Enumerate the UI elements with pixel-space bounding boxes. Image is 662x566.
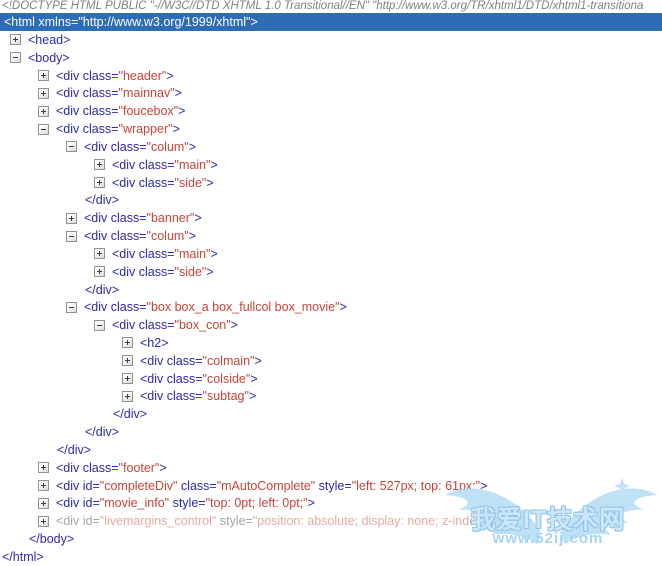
tree-row-node-div-livemargins-control[interactable]: <div id="livemargins_control" style="pos… bbox=[0, 512, 662, 530]
node-markup: </html> bbox=[2, 549, 44, 564]
node-markup: <div class="header"> bbox=[56, 68, 174, 83]
tree-row-node-div-colum[interactable]: <div class="colum"> bbox=[0, 138, 662, 156]
expand-toggle-icon[interactable] bbox=[122, 390, 133, 402]
expand-toggle-icon[interactable] bbox=[38, 105, 49, 117]
node-markup: <div class="subtag"> bbox=[140, 389, 257, 404]
expand-toggle-icon[interactable] bbox=[66, 212, 77, 224]
selected-node-html[interactable]: <html xmlns="http://www.w3.org/1999/xhtm… bbox=[0, 13, 662, 31]
collapse-toggle-icon[interactable] bbox=[10, 52, 21, 64]
node-markup: <div class="footer"> bbox=[56, 460, 167, 475]
tree-row-node-body[interactable]: <body> bbox=[0, 49, 662, 67]
node-markup: <body> bbox=[28, 50, 70, 65]
tree-row-node-div-side[interactable]: <div class="side"> bbox=[0, 174, 662, 192]
node-markup: <div id="completeDiv" class="mAutoComple… bbox=[56, 478, 488, 493]
tree-row-node-div-completediv[interactable]: <div id="completeDiv" class="mAutoComple… bbox=[0, 477, 662, 495]
tree-row-node-div-box-con[interactable]: <div class="box_con"> bbox=[0, 316, 662, 334]
node-markup: </div> bbox=[57, 442, 92, 457]
node-markup: <div class="box_con"> bbox=[112, 318, 238, 333]
node-markup: <div class="colmain"> bbox=[140, 353, 262, 368]
node-markup: <div class="foucebox"> bbox=[56, 104, 186, 119]
expand-toggle-icon[interactable] bbox=[94, 159, 105, 171]
tree-row-node-div-main[interactable]: <div class="main"> bbox=[0, 156, 662, 174]
tree-row-closing-div-colum-2[interactable]: </div> bbox=[0, 281, 662, 299]
tree-row-node-div-header[interactable]: <div class="header"> bbox=[0, 67, 662, 85]
tree-row-node-div-wrapper[interactable]: <div class="wrapper"> bbox=[0, 120, 662, 138]
tree-row-node-div-main-2[interactable]: <div class="main"> bbox=[0, 245, 662, 263]
node-markup: <div class="colside"> bbox=[140, 371, 258, 386]
node-markup: <div id="livemargins_control" style="pos… bbox=[56, 514, 533, 529]
node-markup: </div> bbox=[85, 425, 120, 440]
tree-row-node-head[interactable]: <head> bbox=[0, 31, 662, 49]
node-markup: <div class="colum"> bbox=[84, 229, 197, 244]
node-markup: <div class="main"> bbox=[112, 157, 218, 172]
expand-toggle-icon[interactable] bbox=[94, 266, 105, 278]
tree-row-node-div-subtag[interactable]: <div class="subtag"> bbox=[0, 388, 662, 406]
expand-toggle-icon[interactable] bbox=[122, 337, 133, 349]
tree-row-closing-div-wrapper[interactable]: </div> bbox=[0, 441, 662, 459]
tree-row-closing-div-colum[interactable]: </div> bbox=[0, 191, 662, 209]
expand-toggle-icon[interactable] bbox=[38, 70, 49, 82]
node-markup: </div> bbox=[85, 282, 120, 297]
node-markup: <h2> bbox=[140, 335, 169, 350]
collapse-toggle-icon[interactable] bbox=[94, 319, 105, 331]
tree-row-node-div-mainnav[interactable]: <div class="mainnav"> bbox=[0, 84, 662, 102]
tree-row-node-div-side-2[interactable]: <div class="side"> bbox=[0, 263, 662, 281]
expand-toggle-icon[interactable] bbox=[38, 87, 49, 99]
expand-toggle-icon[interactable] bbox=[38, 480, 49, 492]
tree-row-node-div-box-movie[interactable]: <div class="box box_a box_fullcol box_mo… bbox=[0, 298, 662, 316]
tree-row-node-div-colside[interactable]: <div class="colside"> bbox=[0, 370, 662, 388]
tree-row-closing-div-box[interactable]: </div> bbox=[0, 423, 662, 441]
tree-row-node-div-banner[interactable]: <div class="banner"> bbox=[0, 209, 662, 227]
node-markup: </body> bbox=[29, 532, 75, 547]
tree-row-node-div-movie-info[interactable]: <div id="movie_info" style="top: 0pt; le… bbox=[0, 495, 662, 513]
node-markup: <div class="mainnav"> bbox=[56, 86, 182, 101]
tree-row-closing-body[interactable]: </body> bbox=[0, 530, 662, 548]
collapse-toggle-icon[interactable] bbox=[66, 141, 77, 153]
tree-row-node-div-foucebox[interactable]: <div class="foucebox"> bbox=[0, 102, 662, 120]
node-markup: <div class="side"> bbox=[112, 175, 214, 190]
expand-toggle-icon[interactable] bbox=[94, 177, 105, 189]
node-markup: <div class="colum"> bbox=[84, 139, 197, 154]
node-markup: </div> bbox=[113, 407, 148, 422]
expand-toggle-icon[interactable] bbox=[38, 497, 49, 509]
collapse-toggle-icon[interactable] bbox=[38, 123, 49, 135]
tree-row-node-div-colmain[interactable]: <div class="colmain"> bbox=[0, 352, 662, 370]
tree-row-node-div-colum-2[interactable]: <div class="colum"> bbox=[0, 227, 662, 245]
node-markup: <div class="box box_a box_fullcol box_mo… bbox=[84, 300, 347, 315]
expand-toggle-icon[interactable] bbox=[94, 248, 105, 260]
node-markup: <head> bbox=[28, 32, 71, 47]
tree-row-node-h2[interactable]: <h2> bbox=[0, 334, 662, 352]
expand-toggle-icon[interactable] bbox=[38, 515, 49, 527]
node-markup: <div class="wrapper"> bbox=[56, 122, 180, 137]
node-markup: <div class="main"> bbox=[112, 246, 218, 261]
node-markup: <div class="side"> bbox=[112, 264, 214, 279]
tree-row-closing-div-box-con[interactable]: </div> bbox=[0, 405, 662, 423]
expand-toggle-icon[interactable] bbox=[10, 34, 21, 46]
tree-row-closing-html[interactable]: </html> bbox=[0, 548, 662, 566]
expand-toggle-icon[interactable] bbox=[122, 373, 133, 385]
collapse-toggle-icon[interactable] bbox=[66, 301, 77, 313]
expand-toggle-icon[interactable] bbox=[122, 355, 133, 367]
expand-toggle-icon[interactable] bbox=[38, 462, 49, 474]
dom-tree: <head> <body> <div class="header"> <div cla… bbox=[0, 31, 662, 566]
tree-row-node-div-footer[interactable]: <div class="footer"> bbox=[0, 459, 662, 477]
node-markup: <div id="movie_info" style="top: 0pt; le… bbox=[56, 496, 315, 511]
node-markup: </div> bbox=[85, 193, 120, 208]
doctype-declaration[interactable]: <!DOCTYPE HTML PUBLIC "-//W3C//DTD XHTML… bbox=[0, 0, 662, 13]
collapse-toggle-icon[interactable] bbox=[66, 230, 77, 242]
node-markup: <div class="banner"> bbox=[84, 211, 202, 226]
